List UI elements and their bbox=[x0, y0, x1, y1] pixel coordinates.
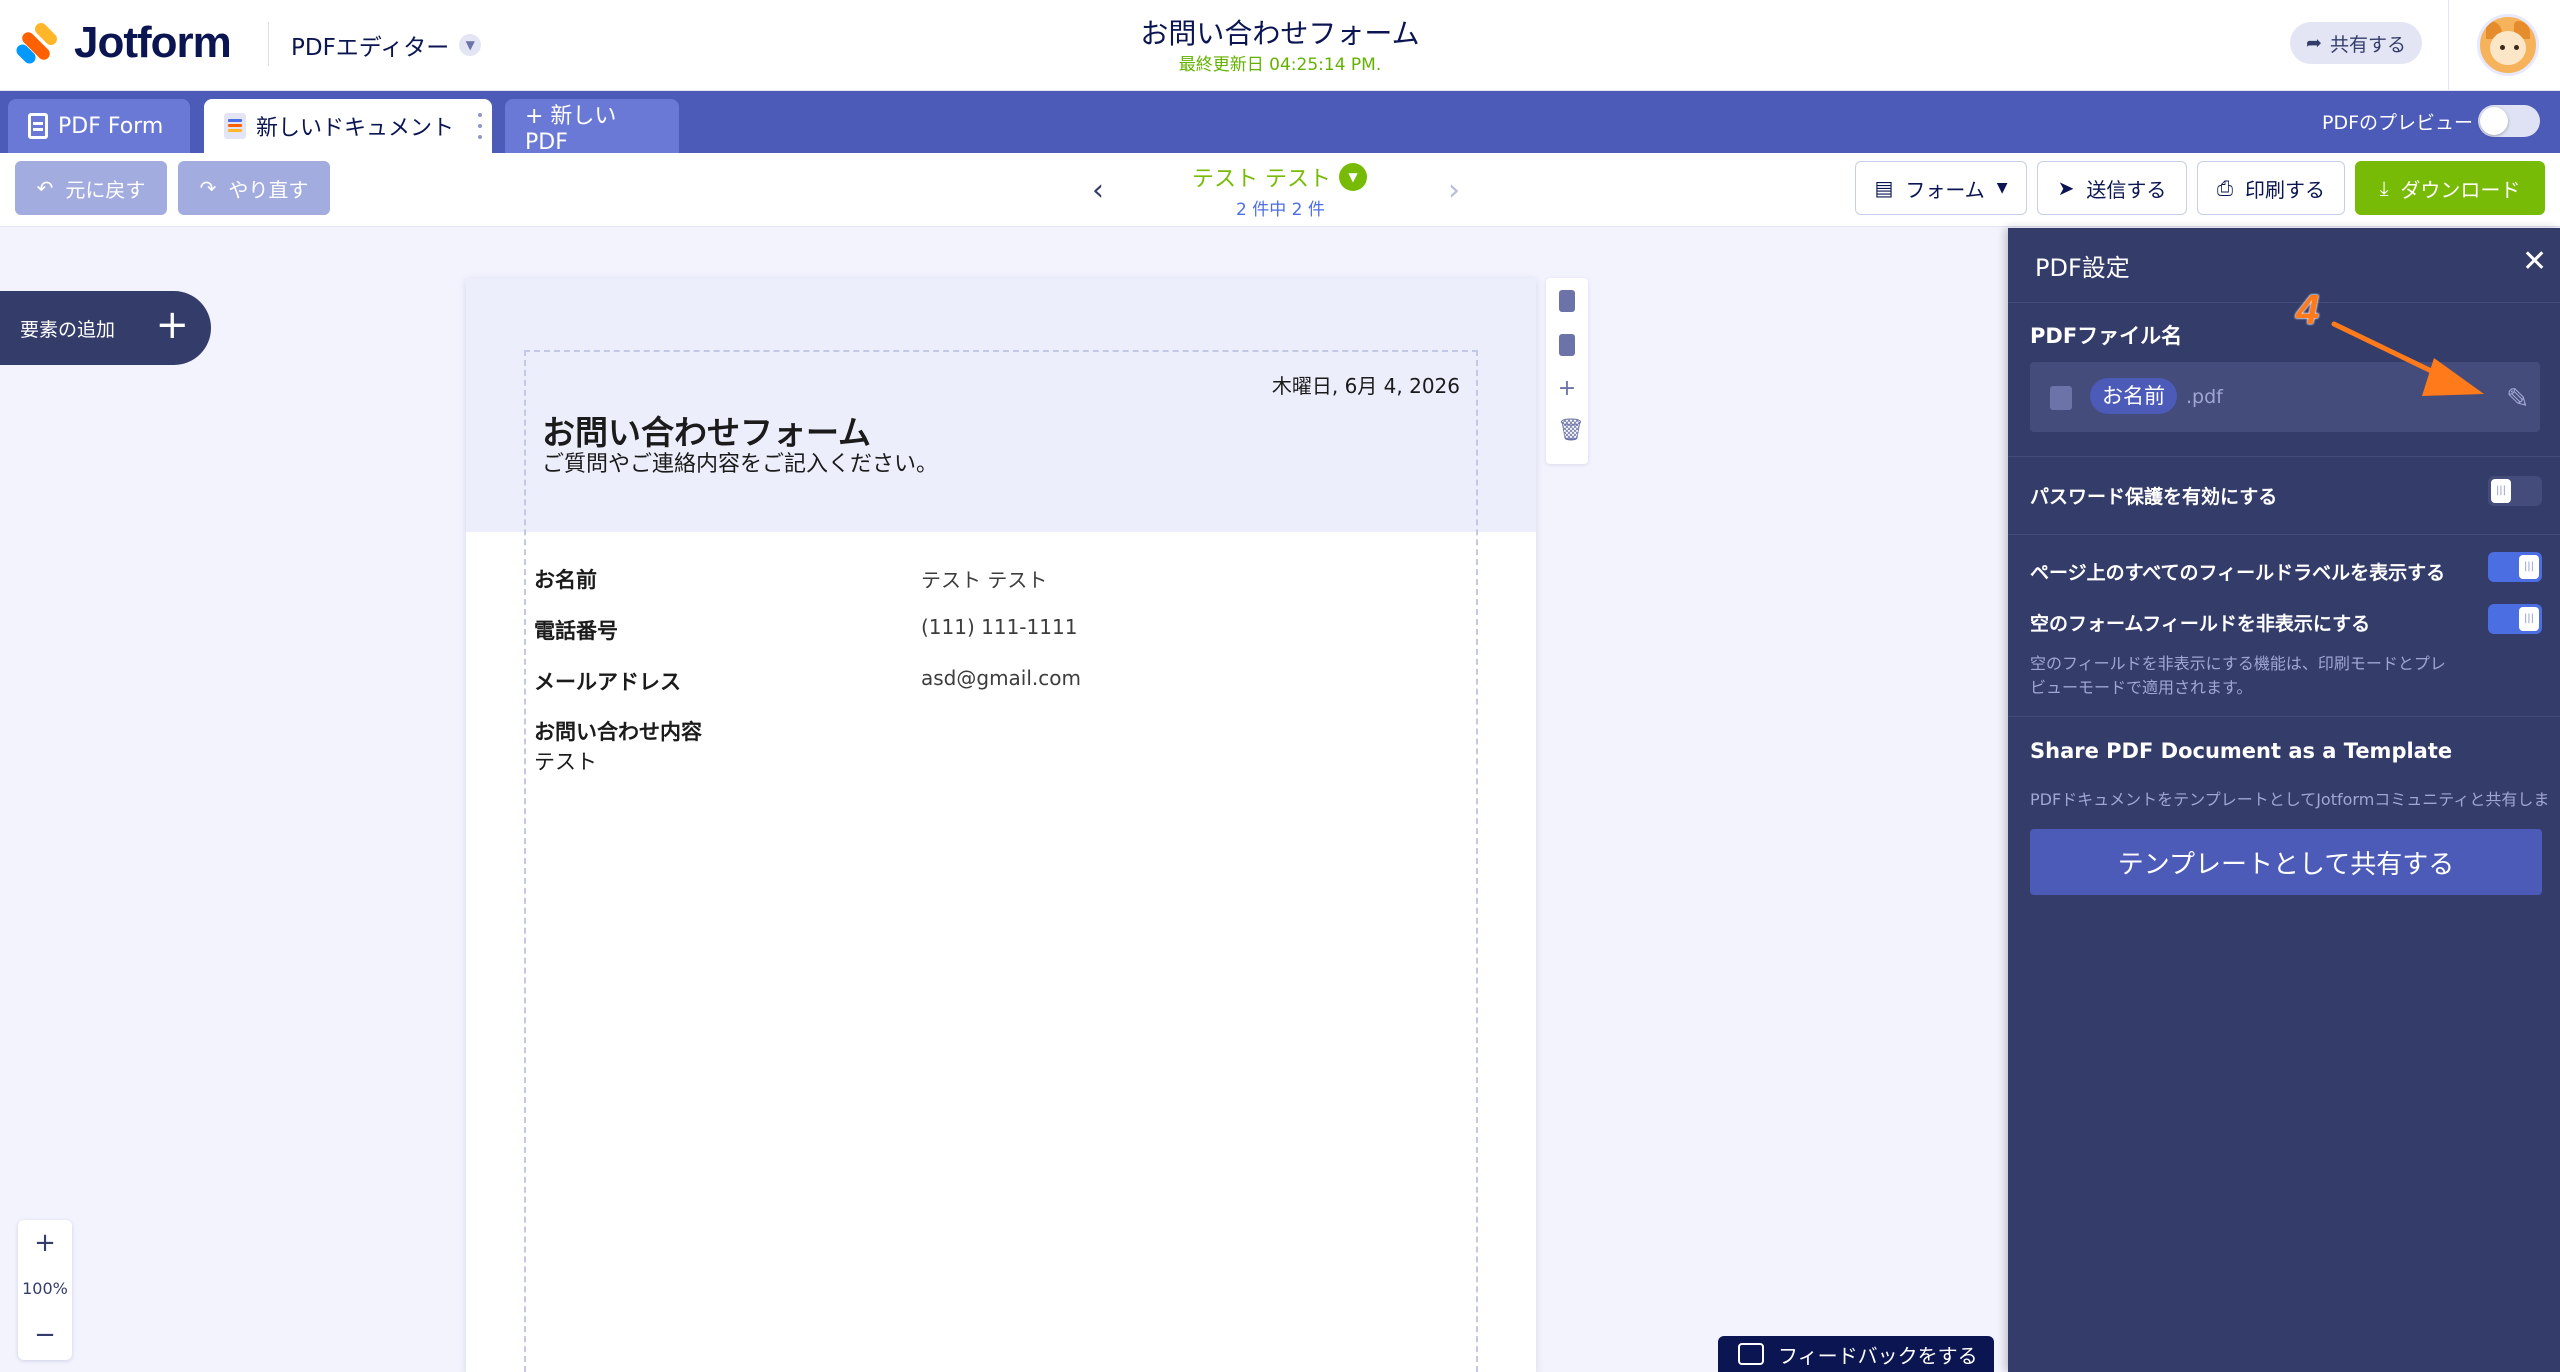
tab-bar: PDF Form 新しいドキュメント + 新しいPDF PDFのプレビュー bbox=[0, 91, 2560, 155]
chevron-down-icon: ▼ bbox=[1339, 163, 1367, 191]
redo-icon: ↷ bbox=[199, 176, 217, 200]
tab-document-label: 新しいドキュメント bbox=[256, 116, 455, 141]
user-avatar[interactable] bbox=[2477, 14, 2539, 76]
field-label[interactable]: メールアドレス bbox=[534, 666, 681, 696]
file-name-tag[interactable]: お名前 bbox=[2090, 378, 2177, 414]
share-template-description: PDFドキュメントをテンプレートとしてJotformコミュニティと共有しま bbox=[2030, 790, 2550, 809]
add-page-icon[interactable]: + bbox=[1557, 378, 1577, 400]
field-value[interactable]: テスト bbox=[534, 746, 597, 776]
download-icon: ⤓ bbox=[2379, 176, 2389, 200]
send-button[interactable]: ➤ 送信する bbox=[2037, 161, 2187, 215]
tab-new-pdf[interactable]: + 新しいPDF bbox=[505, 99, 679, 155]
print-icon: ⎙ bbox=[2217, 176, 2233, 200]
content-boundary bbox=[524, 350, 1478, 1372]
submission-name: テスト テスト bbox=[1192, 167, 1331, 192]
undo-icon: ↶ bbox=[36, 176, 54, 200]
trash-icon[interactable]: 🗑 bbox=[1557, 420, 1585, 442]
header-divider-right bbox=[2448, 0, 2449, 91]
pdf-form-icon bbox=[28, 113, 48, 139]
print-button[interactable]: ⎙ 印刷する bbox=[2197, 161, 2345, 215]
panel-title: PDF設定 bbox=[2035, 254, 2130, 282]
share-button[interactable]: ➦ 共有する bbox=[2290, 22, 2422, 64]
share-icon: ➦ bbox=[2306, 32, 2322, 54]
pdf-preview-toggle[interactable] bbox=[2478, 105, 2540, 137]
previous-submission-icon[interactable]: ‹ bbox=[1092, 173, 1104, 208]
more-options-icon[interactable] bbox=[478, 113, 482, 139]
share-label: 共有する bbox=[2329, 33, 2406, 56]
submission-count: 2 件中 2 件 bbox=[1236, 200, 1325, 220]
pdf-preview-label: PDFのプレビュー bbox=[2322, 112, 2474, 134]
form-icon: ▤ bbox=[1874, 176, 1894, 200]
field-label[interactable]: 電話番号 bbox=[534, 615, 618, 645]
show-field-labels-toggle[interactable] bbox=[2488, 552, 2542, 582]
pdf-page[interactable]: 木曜日, 6月 4, 2026 お問い合わせフォーム ご質問やご連絡内容をご記入… bbox=[466, 278, 1536, 1372]
zoom-in-button[interactable]: + bbox=[18, 1220, 72, 1266]
file-name-label: PDFファイル名 bbox=[2030, 324, 2183, 348]
plus-icon: + bbox=[155, 302, 189, 348]
feedback-icon bbox=[1738, 1343, 1764, 1365]
redo-button[interactable]: ↷ やり直す bbox=[178, 161, 330, 215]
field-value[interactable]: (111) 111-1111 bbox=[921, 615, 1077, 639]
send-label: 送信する bbox=[2086, 177, 2167, 202]
download-button[interactable]: ⤓ ダウンロード bbox=[2355, 161, 2545, 215]
add-element-label: 要素の追加 bbox=[20, 318, 116, 341]
form-label: フォーム bbox=[1905, 177, 1985, 202]
top-header: Jotform PDFエディター ▼ お問い合わせフォーム 最終更新日 04:2… bbox=[0, 0, 2560, 91]
hide-empty-fields-label: 空のフォームフィールドを非表示にする bbox=[2030, 613, 2371, 635]
document-subheading[interactable]: ご質問やご連絡内容をご記入ください。 bbox=[542, 446, 938, 478]
field-label[interactable]: お問い合わせ内容 bbox=[534, 716, 702, 746]
show-field-labels-label: ページ上のすべてのフィールドラベルを表示する bbox=[2030, 562, 2446, 584]
password-protection-label: パスワード保護を有効にする bbox=[2030, 486, 2278, 508]
page-layout-icon[interactable] bbox=[1559, 334, 1575, 356]
send-icon: ➤ bbox=[2057, 176, 2075, 200]
submission-selector[interactable]: テスト テスト ▼ bbox=[1192, 161, 1367, 193]
close-icon[interactable]: ✕ bbox=[2522, 244, 2547, 279]
password-protection-toggle[interactable] bbox=[2488, 476, 2542, 506]
document-date[interactable]: 木曜日, 6月 4, 2026 bbox=[1272, 370, 1460, 399]
zoom-level: 100% bbox=[22, 1279, 68, 1298]
download-label: ダウンロード bbox=[2400, 177, 2521, 202]
tab-pdf-form-label: PDF Form bbox=[58, 113, 164, 139]
step-number-annotation: 4 bbox=[2296, 286, 2320, 333]
document-icon bbox=[224, 113, 246, 139]
share-as-template-button[interactable]: テンプレートとして共有する bbox=[2030, 829, 2542, 895]
zoom-out-button[interactable]: − bbox=[18, 1312, 72, 1358]
field-value[interactable]: asd@gmail.com bbox=[921, 666, 1081, 690]
feedback-label: フィードバックをする bbox=[1778, 1343, 1978, 1368]
page-icon[interactable] bbox=[1559, 290, 1575, 312]
document-title: お問い合わせフォーム bbox=[1140, 17, 1420, 50]
redo-label: やり直す bbox=[228, 177, 309, 202]
next-submission-icon[interactable]: › bbox=[1448, 173, 1460, 208]
field-value[interactable]: テスト テスト bbox=[921, 564, 1047, 593]
chevron-down-icon: ▼ bbox=[1996, 180, 2008, 196]
undo-label: 元に戻す bbox=[65, 177, 146, 202]
pencil-icon[interactable]: ✎ bbox=[2506, 382, 2529, 415]
step-arrow-icon bbox=[2331, 321, 2484, 396]
tab-pdf-form[interactable]: PDF Form bbox=[8, 99, 190, 153]
file-extension: .pdf bbox=[2186, 386, 2223, 408]
zoom-control: + 100% − bbox=[18, 1220, 72, 1360]
add-element-button[interactable]: 要素の追加 + bbox=[0, 291, 211, 365]
form-dropdown-button[interactable]: ▤ フォーム ▼ bbox=[1855, 161, 2027, 215]
share-template-title: Share PDF Document as a Template bbox=[2030, 739, 2453, 763]
last-updated-text: 最終更新日 04:25:14 PM. bbox=[1178, 55, 1382, 75]
feedback-button[interactable]: フィードバックをする bbox=[1718, 1336, 1994, 1372]
page-tools: + 🗑 bbox=[1546, 278, 1588, 464]
editor-toolbar: ↶ 元に戻す ↷ やり直す ‹ テスト テスト ▼ 2 件中 2 件 › ▤ フ… bbox=[0, 153, 2560, 227]
undo-button[interactable]: ↶ 元に戻す bbox=[15, 161, 167, 215]
pdf-file-icon bbox=[2050, 386, 2072, 410]
tab-document[interactable]: 新しいドキュメント bbox=[204, 99, 492, 153]
field-label[interactable]: お名前 bbox=[534, 564, 597, 594]
hide-empty-fields-help: 空のフィールドを非表示にする機能は、印刷モードとプレビューモードで適用されます。 bbox=[2030, 654, 2446, 697]
hide-empty-fields-toggle[interactable] bbox=[2488, 604, 2542, 634]
print-label: 印刷する bbox=[2245, 177, 2325, 202]
